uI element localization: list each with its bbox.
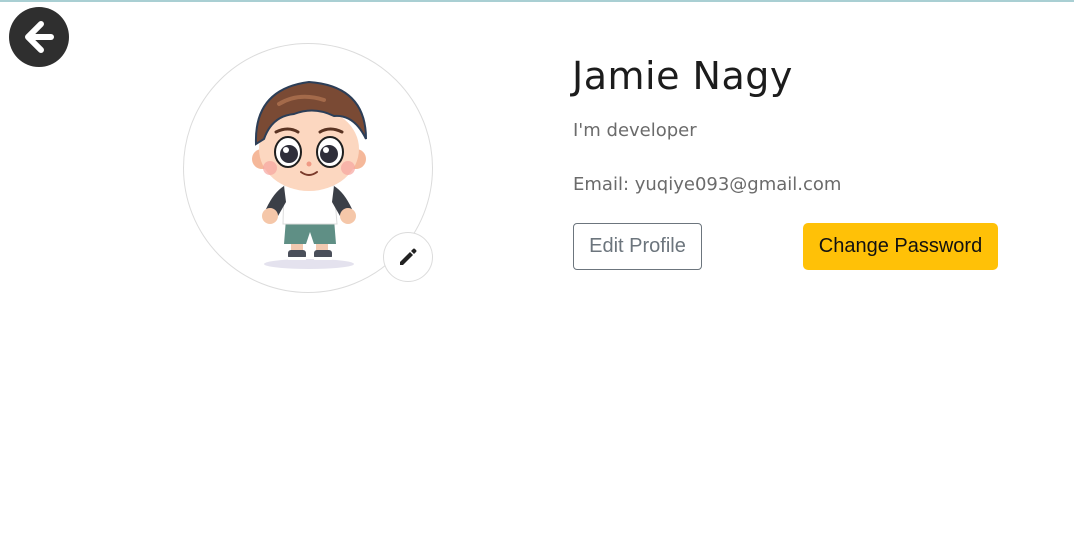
pencil-icon bbox=[400, 248, 417, 265]
profile-bio: I'm developer bbox=[573, 120, 697, 141]
edit-profile-button[interactable]: Edit Profile bbox=[573, 223, 702, 270]
profile-email: Email: yuqiye093@gmail.com bbox=[573, 174, 842, 195]
avatar-container bbox=[183, 43, 433, 293]
edit-avatar-button[interactable] bbox=[383, 232, 433, 282]
profile-name: Jamie Nagy bbox=[572, 54, 793, 98]
back-button[interactable] bbox=[9, 7, 69, 67]
change-password-button[interactable]: Change Password bbox=[803, 223, 998, 270]
profile-page: Jamie Nagy I'm developer Email: yuqiye09… bbox=[0, 0, 1074, 553]
arrow-left-icon bbox=[25, 21, 54, 53]
